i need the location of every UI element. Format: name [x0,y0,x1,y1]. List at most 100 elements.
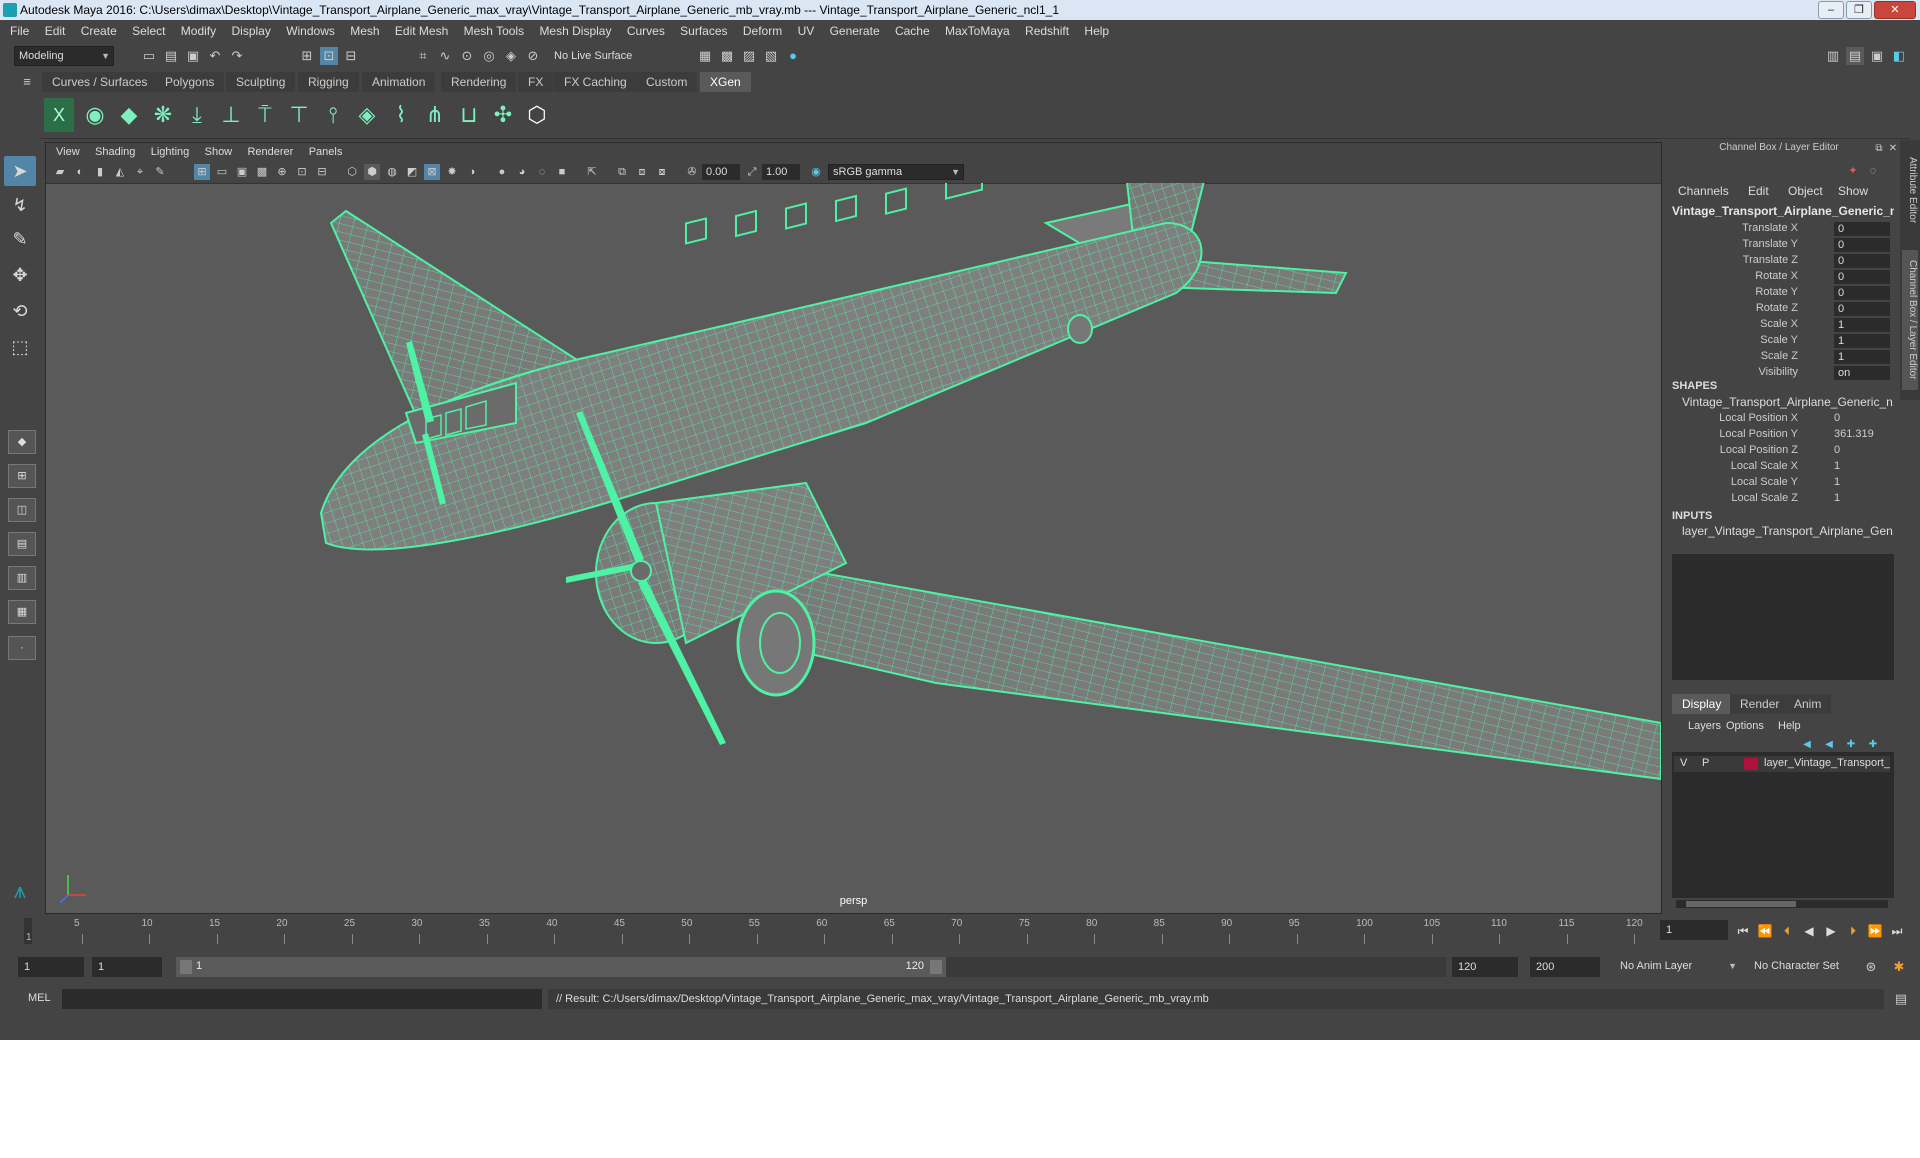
new-scene-icon[interactable]: ▭ [140,47,158,65]
manipulator-icon[interactable]: ✦ [1844,162,1862,180]
select-tool-icon[interactable]: ➤ [4,156,36,186]
attr-value[interactable]: 0 [1834,444,1840,456]
play-forwards-icon[interactable]: ▶ [1822,922,1840,940]
render-frame-icon[interactable]: ▩ [718,47,736,65]
input-node-name[interactable]: layer_Vintage_Transport_Airplane_Gen... [1682,524,1894,538]
color-management-icon[interactable]: ◉ [808,164,824,180]
image-plane-icon[interactable]: ◭ [112,164,128,180]
grid-toggle-icon[interactable]: ⊞ [194,164,210,180]
open-scene-icon[interactable]: ▤ [162,47,180,65]
playback-start-field[interactable]: 1 [92,957,162,977]
wireframe-icon[interactable]: ⬡ [344,164,360,180]
lasso-tool-icon[interactable]: ↯ [4,190,36,220]
maximize-button[interactable]: ❐ [1846,1,1872,19]
live-surface-field[interactable]: No Live Surface [550,47,650,65]
make-live-icon[interactable]: ⊘ [524,47,542,65]
menu-select[interactable]: Select [126,20,171,42]
smooth-shade-icon[interactable]: ⬢ [364,164,380,180]
minimize-button[interactable]: – [1818,1,1844,19]
exposure-icon[interactable]: ✇ [684,164,700,180]
menu-generate[interactable]: Generate [824,20,886,42]
tab-fx[interactable]: FX [518,72,554,92]
attr-value[interactable]: 1 [1834,476,1840,488]
layer-visibility-toggle[interactable]: V [1680,757,1687,769]
close-button[interactable]: ✕ [1874,1,1916,19]
attr-value[interactable]: 1 [1834,492,1840,504]
scene-start-field[interactable]: 1 [18,957,84,977]
anti-aliasing-icon[interactable]: ◌ [534,164,550,180]
attr-value-field[interactable]: 1 [1834,350,1890,364]
safe-action-icon[interactable]: ⊡ [294,164,310,180]
default-material-icon[interactable]: ◍ [384,164,400,180]
maya-home-icon[interactable]: ⩚ [4,876,36,906]
paint-select-tool-icon[interactable]: ✎ [4,224,36,254]
panel-menu-shading[interactable]: Shading [89,143,141,161]
layer-tab-render[interactable]: Render [1730,694,1790,714]
attr-value-field[interactable]: 0 [1834,238,1890,252]
tab-rendering[interactable]: Rendering [441,72,517,92]
select-by-component-icon[interactable]: ⊟ [342,47,360,65]
xgen-place-guide-icon[interactable]: ⤓ [182,98,212,132]
attr-value[interactable]: 0 [1834,412,1840,424]
snap-to-point-icon[interactable]: ⊙ [458,47,476,65]
script-type-label[interactable]: MEL [28,992,51,1004]
menu-edit-mesh[interactable]: Edit Mesh [389,20,454,42]
select-by-hierarchy-icon[interactable]: ⊞ [298,47,316,65]
attr-value-field[interactable]: 0 [1834,286,1890,300]
layer-tab-display[interactable]: Display [1672,694,1732,714]
depth-of-field-icon[interactable]: ■ [554,164,570,180]
attr-value-field[interactable]: 1 [1834,318,1890,332]
layer-name[interactable]: layer_Vintage_Transport_ [1764,757,1890,769]
camera-select-icon[interactable]: ▰ [52,164,68,180]
xgen-create-collection-icon[interactable]: ❋ [148,98,178,132]
xray-components-icon[interactable]: ⧇ [654,164,670,180]
mode-selector[interactable]: Modeling ▼ [14,46,114,66]
exposure-field[interactable]: 0.00 [702,164,740,180]
snap-to-curve-icon[interactable]: ∿ [436,47,454,65]
tab-fx-caching[interactable]: FX Caching [554,72,637,92]
snap-to-grid-icon[interactable]: ⌗ [414,47,432,65]
xgen-interactive-groom-icon[interactable]: ⬡ [522,98,552,132]
tab-polygons[interactable]: Polygons [155,72,225,92]
save-scene-icon[interactable]: ▣ [184,47,202,65]
hypershade-persp-layout-button[interactable]: ▦ [8,600,36,624]
tab-curves-surfaces[interactable]: Curves / Surfaces [42,72,158,92]
step-forward-key-icon[interactable]: ⏩ [1866,922,1884,940]
attr-value-field[interactable]: on [1834,366,1890,380]
isolate-select-icon[interactable]: ⇱ [584,164,600,180]
menu-help[interactable]: Help [1078,20,1115,42]
current-frame-field[interactable]: 1 [1660,920,1728,940]
step-back-key-icon[interactable]: ⏪ [1756,922,1774,940]
menu-mesh-display[interactable]: Mesh Display [533,20,617,42]
xgen-sculpt-guide-icon[interactable]: ⍑ [250,98,280,132]
xgen-cut-icon[interactable]: ⊔ [454,98,484,132]
menu-deform[interactable]: Deform [737,20,788,42]
rotate-tool-icon[interactable]: ⟲ [4,296,36,326]
time-slider[interactable]: 5 10 15 20 25 30 35 40 45 50 55 60 65 70 75 80 85 90 95 100… [0,914,1660,948]
attr-value-field[interactable]: 0 [1834,254,1890,268]
panel-menu-panels[interactable]: Panels [303,143,349,161]
animation-preferences-icon[interactable]: ✱ [1890,958,1908,976]
xgen-lock-guide-icon[interactable]: ⊤ [284,98,314,132]
color-space-dropdown[interactable]: sRGB gamma ▼ [828,164,964,180]
channel-box-menu-edit[interactable]: Edit [1748,184,1769,198]
scale-tool-icon[interactable]: ⬚ [4,332,36,362]
channel-box-toggle-icon[interactable]: ◧ [1890,47,1908,65]
channel-box-menu-object[interactable]: Object [1788,184,1823,198]
select-by-object-icon[interactable]: ⊡ [320,47,338,65]
panel-menu-renderer[interactable]: Renderer [241,143,299,161]
panel-menu-view[interactable]: View [50,143,86,161]
layer-playback-toggle[interactable]: P [1702,757,1709,769]
layer-list-scrollbar-thumb[interactable] [1686,901,1796,907]
two-pane-layout-button[interactable]: ◫ [8,498,36,522]
range-slider-start-handle[interactable] [180,960,192,974]
viewport-panel[interactable]: View Shading Lighting Show Renderer Pane… [45,142,1662,914]
redo-icon[interactable]: ↷ [228,47,246,65]
tab-custom[interactable]: Custom [636,72,698,92]
shelf-menu-icon[interactable]: ≡ [18,73,36,91]
channel-box-side-tab[interactable]: Channel Box / Layer Editor [1902,250,1918,390]
menu-mesh-tools[interactable]: Mesh Tools [458,20,530,42]
xray-joints-icon[interactable]: ⧈ [634,164,650,180]
xgen-layers-icon[interactable]: ◈ [352,98,382,132]
attr-value-field[interactable]: 0 [1834,270,1890,284]
